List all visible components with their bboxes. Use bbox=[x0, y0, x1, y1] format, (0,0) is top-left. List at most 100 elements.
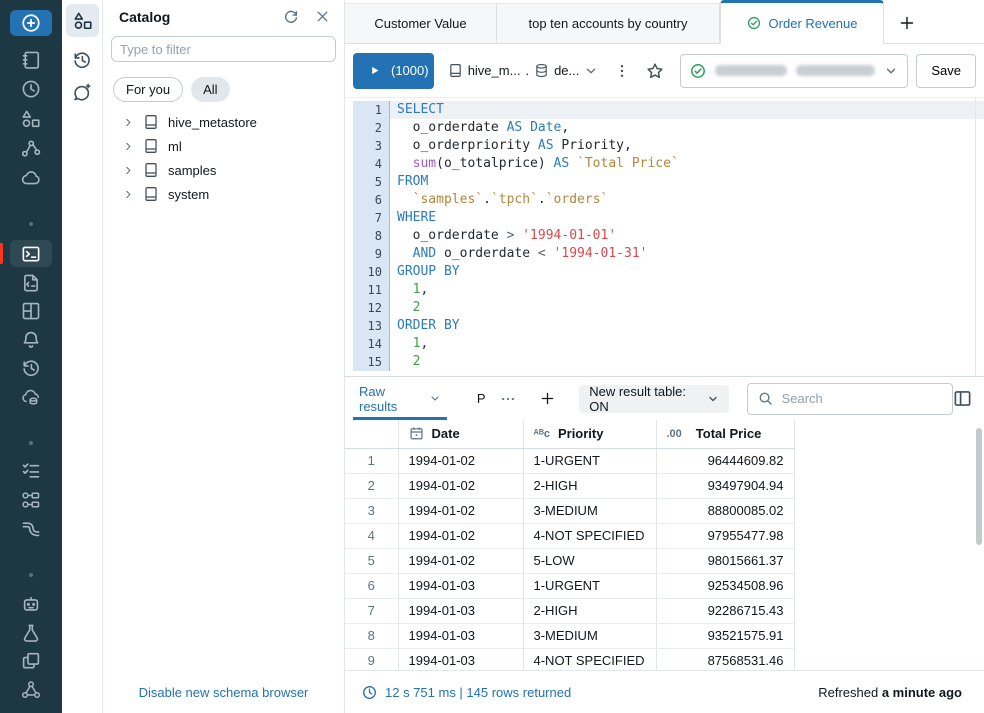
tree-item-samples[interactable]: samples bbox=[103, 158, 344, 182]
favorite-star-icon[interactable] bbox=[646, 62, 664, 80]
add-visualization-button[interactable] bbox=[540, 391, 555, 406]
table-row[interactable]: 81994-01-033-MEDIUM93521575.91 bbox=[345, 623, 794, 648]
sql-code-editor[interactable]: 1SELECT2 o_orderdate AS Date,3 o_orderpr… bbox=[345, 98, 984, 376]
row-index-cell[interactable]: 9 bbox=[345, 648, 398, 670]
tree-item-hive-metastore[interactable]: hive_metastore bbox=[103, 110, 344, 134]
row-index-cell[interactable]: 6 bbox=[345, 573, 398, 598]
priority-cell[interactable]: 1-URGENT bbox=[523, 573, 656, 598]
code-text[interactable]: `samples`.`tpch`.`orders` bbox=[390, 191, 984, 209]
job-runs-icon[interactable] bbox=[21, 460, 41, 480]
tab-order-revenue[interactable]: Order Revenue bbox=[720, 0, 884, 44]
models-icon[interactable] bbox=[21, 651, 41, 671]
date-cell[interactable]: 1994-01-03 bbox=[398, 623, 523, 648]
pipelines-icon[interactable] bbox=[21, 519, 41, 539]
code-text[interactable]: 1, bbox=[390, 281, 984, 299]
chip-all[interactable]: All bbox=[191, 77, 229, 102]
table-row[interactable]: 21994-01-022-HIGH93497904.94 bbox=[345, 473, 794, 498]
total-price-column-header[interactable]: .00 Total Price bbox=[656, 420, 794, 448]
warehouse-selector[interactable] bbox=[680, 54, 908, 88]
total-price-cell[interactable]: 97955477.98 bbox=[656, 523, 794, 548]
code-line[interactable]: 6 `samples`.`tpch`.`orders` bbox=[353, 191, 984, 209]
panel-toggle-icon[interactable] bbox=[953, 389, 972, 408]
code-line[interactable]: 8 o_orderdate > '1994-01-01' bbox=[353, 227, 984, 245]
workspace-icon[interactable] bbox=[21, 50, 41, 70]
chevron-right-icon[interactable] bbox=[123, 117, 134, 128]
date-cell[interactable]: 1994-01-02 bbox=[398, 498, 523, 523]
tab-catalog[interactable] bbox=[66, 4, 99, 37]
code-text[interactable]: FROM bbox=[390, 173, 984, 191]
sql-warehouses-icon[interactable] bbox=[21, 387, 41, 407]
date-cell[interactable]: 1994-01-03 bbox=[398, 648, 523, 670]
chevron-right-icon[interactable] bbox=[123, 189, 134, 200]
chevron-right-icon[interactable] bbox=[123, 141, 134, 152]
save-button[interactable]: Save bbox=[916, 54, 976, 88]
total-price-cell[interactable]: 98015661.37 bbox=[656, 548, 794, 573]
table-row[interactable]: 31994-01-023-MEDIUM88800085.02 bbox=[345, 498, 794, 523]
total-price-cell[interactable]: 92286715.43 bbox=[656, 598, 794, 623]
compute-cloud-icon[interactable] bbox=[21, 168, 41, 188]
results-scrollbar-thumb[interactable] bbox=[976, 428, 982, 545]
date-cell[interactable]: 1994-01-03 bbox=[398, 573, 523, 598]
catalog-schema-selector[interactable]: hive_m... . de... bbox=[448, 63, 599, 78]
tab-customer-value[interactable]: Customer Value bbox=[345, 3, 497, 43]
code-text[interactable]: 2 bbox=[390, 299, 984, 317]
code-line[interactable]: 13ORDER BY bbox=[353, 317, 984, 335]
disable-schema-browser-link[interactable]: Disable new schema browser bbox=[103, 685, 344, 700]
row-index-cell[interactable]: 4 bbox=[345, 523, 398, 548]
code-line[interactable]: 10GROUP BY bbox=[353, 263, 984, 281]
code-text[interactable]: GROUP BY bbox=[390, 263, 984, 281]
row-index-cell[interactable]: 1 bbox=[345, 448, 398, 473]
workflows-icon[interactable] bbox=[21, 138, 41, 158]
code-line[interactable]: 5FROM bbox=[353, 173, 984, 191]
editor-scrollbar-track[interactable] bbox=[975, 98, 976, 376]
tab-raw-results[interactable]: Raw results bbox=[353, 377, 447, 420]
playground-robot-icon[interactable] bbox=[21, 594, 41, 614]
row-index-cell[interactable]: 3 bbox=[345, 498, 398, 523]
table-row[interactable]: 61994-01-031-URGENT92534508.96 bbox=[345, 573, 794, 598]
code-line[interactable]: 2 o_orderdate AS Date, bbox=[353, 119, 984, 137]
date-cell[interactable]: 1994-01-02 bbox=[398, 473, 523, 498]
serving-icon[interactable] bbox=[21, 680, 41, 700]
new-button[interactable] bbox=[10, 10, 52, 36]
code-text[interactable]: AND o_orderdate < '1994-01-31' bbox=[390, 245, 984, 263]
date-column-header[interactable]: Date bbox=[398, 420, 523, 448]
priority-cell[interactable]: 4-NOT SPECIFIED bbox=[523, 648, 656, 670]
experiments-flask-icon[interactable] bbox=[21, 623, 41, 643]
dashboards-icon[interactable] bbox=[21, 301, 41, 321]
code-line[interactable]: 4 sum(o_totalprice) AS `Total Price` bbox=[353, 155, 984, 173]
priority-cell[interactable]: 2-HIGH bbox=[523, 473, 656, 498]
code-line[interactable]: 7WHERE bbox=[353, 209, 984, 227]
recents-icon[interactable] bbox=[21, 79, 41, 99]
code-text[interactable]: sum(o_totalprice) AS `Total Price` bbox=[390, 155, 984, 173]
row-index-cell[interactable]: 8 bbox=[345, 623, 398, 648]
query-duration-stats[interactable]: 12 s 751 ms | 145 rows returned bbox=[362, 685, 571, 700]
priority-cell[interactable]: 2-HIGH bbox=[523, 598, 656, 623]
total-price-cell[interactable]: 93521575.91 bbox=[656, 623, 794, 648]
refresh-icon[interactable] bbox=[283, 9, 299, 25]
total-price-cell[interactable]: 88800085.02 bbox=[656, 498, 794, 523]
code-line[interactable]: 15 2 bbox=[353, 353, 984, 371]
code-line[interactable]: 11 1, bbox=[353, 281, 984, 299]
priority-cell[interactable]: 4-NOT SPECIFIED bbox=[523, 523, 656, 548]
results-search-input[interactable]: Search bbox=[747, 383, 953, 415]
catalog-nav-icon[interactable] bbox=[21, 109, 41, 129]
run-button[interactable]: (1000) bbox=[353, 53, 434, 89]
chip-for-you[interactable]: For you bbox=[113, 77, 183, 102]
code-text[interactable]: SELECT bbox=[390, 101, 984, 119]
tree-item-system[interactable]: system bbox=[103, 182, 344, 206]
code-text[interactable]: WHERE bbox=[390, 209, 984, 227]
table-row[interactable]: 11994-01-021-URGENT96444609.82 bbox=[345, 448, 794, 473]
row-index-header[interactable] bbox=[345, 420, 398, 448]
close-icon[interactable] bbox=[315, 9, 330, 25]
total-price-cell[interactable]: 87568531.46 bbox=[656, 648, 794, 670]
tree-item-ml[interactable]: ml bbox=[103, 134, 344, 158]
row-index-cell[interactable]: 2 bbox=[345, 473, 398, 498]
date-cell[interactable]: 1994-01-02 bbox=[398, 523, 523, 548]
table-row[interactable]: 41994-01-024-NOT SPECIFIED97955477.98 bbox=[345, 523, 794, 548]
queries-icon[interactable] bbox=[21, 273, 41, 293]
chevron-right-icon[interactable] bbox=[123, 165, 134, 176]
code-text[interactable]: 2 bbox=[390, 353, 984, 371]
total-price-cell[interactable]: 92534508.96 bbox=[656, 573, 794, 598]
tab-history[interactable] bbox=[72, 50, 92, 70]
code-text[interactable]: o_orderdate AS Date, bbox=[390, 119, 984, 137]
